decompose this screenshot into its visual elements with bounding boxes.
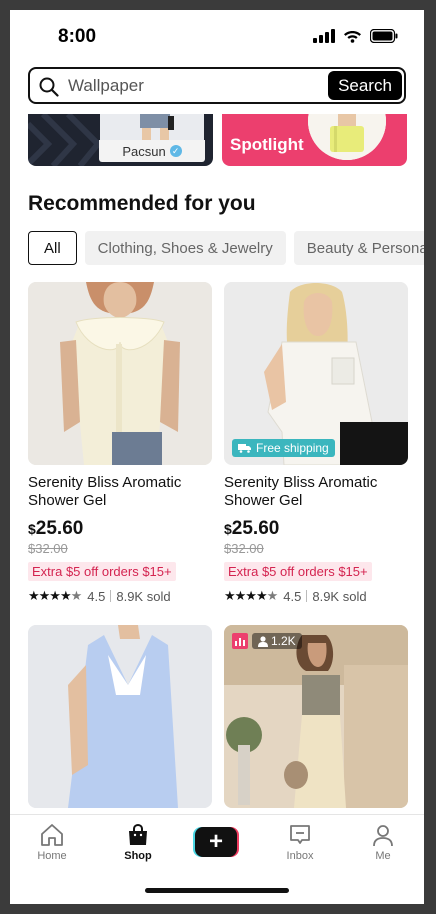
product-price: $25.60 [224,518,408,540]
section-title: Recommended for you [28,192,256,215]
search-icon [39,77,59,97]
product-card[interactable]: Serenity Bliss Aromatic Shower Gel $25.6… [28,282,212,604]
tab-shop[interactable]: Shop [108,823,168,862]
plus-icon: + [195,827,237,857]
phone-screen: 8:00 Search [10,10,424,904]
product-card[interactable]: 1.2K [224,625,408,808]
tab-inbox[interactable]: Inbox [270,823,330,862]
brand-label: Pacsun ✓ [99,140,205,162]
tab-label: Shop [124,850,152,862]
product-card[interactable]: Free shipping Serenity Bliss Aromatic Sh… [224,282,408,604]
tab-label: Me [375,850,391,862]
original-price: $32.00 [28,541,68,556]
verified-icon: ✓ [169,145,182,157]
shopping-bag-icon [129,823,147,845]
currency-symbol: $ [28,521,36,537]
inbox-icon [290,825,310,844]
product-price: $25.60 [28,518,212,540]
home-indicator [145,888,289,893]
status-bar: 8:00 [10,10,424,62]
battery-icon [370,29,398,43]
status-time: 8:00 [58,26,97,47]
truck-icon [238,444,251,453]
brand-name: Pacsun [122,143,166,159]
star-rating-icon: ★★★★★ [28,588,82,603]
sold-count: 8.9K sold [116,588,171,604]
badge-label: Free shipping [256,441,329,455]
live-chart-icon [232,633,248,649]
signal-icon [313,29,335,43]
create-button[interactable]: + [193,827,239,857]
currency-symbol: $ [224,521,232,537]
rating-value: 4.5 [87,588,106,604]
star-rating-icon: ★★★★★ [224,588,278,603]
status-icons [313,29,398,43]
profile-icon [373,825,393,847]
spotlight-product-photo [308,114,386,160]
promo-tag: Extra $5 off orders $15+ [28,562,176,581]
banner-product-photo [100,114,204,140]
tab-label: Home [37,850,67,862]
chip-all[interactable]: All [28,231,77,265]
product-title: Serenity Bliss Aromatic Shower Gel [224,474,378,509]
tab-label: Inbox [286,850,314,862]
chip-beauty[interactable]: Beauty & Personal Care [293,231,424,265]
viewer-value: 1.2K [271,634,296,648]
product-card[interactable] [28,625,212,808]
chip-clothing[interactable]: Clothing, Shoes & Jewelry [84,231,286,265]
product-image: Free shipping [224,282,408,465]
divider [110,590,112,602]
wifi-icon [344,31,361,43]
spotlight-label: Spotlight [230,135,304,154]
promo-banner-spotlight[interactable]: Spotlight [222,114,407,166]
original-price: $32.00 [224,541,264,556]
price-value: 25.60 [231,518,280,539]
promo-banner-pacsun[interactable]: Pacsun ✓ [28,114,213,166]
tab-home[interactable]: Home [22,823,82,862]
divider [306,590,308,602]
price-value: 25.60 [35,518,84,539]
tab-me[interactable]: Me [353,823,413,862]
product-title: Serenity Bliss Aromatic Shower Gel [28,474,182,509]
product-image [28,282,212,465]
rating-value: 4.5 [283,588,302,604]
home-icon [41,824,63,846]
category-chips: All Clothing, Shoes & Jewelry Beauty & Per… [28,231,424,265]
product-image [28,625,212,808]
product-rating: ★★★★★ 4.5 8.9K sold [28,588,212,604]
product-image: 1.2K [224,625,408,808]
search-bar: Search [28,67,406,104]
search-input[interactable] [68,75,318,97]
person-icon [258,635,268,647]
sold-count: 8.9K sold [312,588,367,604]
free-shipping-badge: Free shipping [232,439,335,457]
promo-tag: Extra $5 off orders $15+ [224,562,372,581]
search-button[interactable]: Search [328,71,402,100]
product-rating: ★★★★★ 4.5 8.9K sold [224,588,408,604]
viewer-count: 1.2K [252,633,302,649]
live-indicator: 1.2K [232,633,302,649]
